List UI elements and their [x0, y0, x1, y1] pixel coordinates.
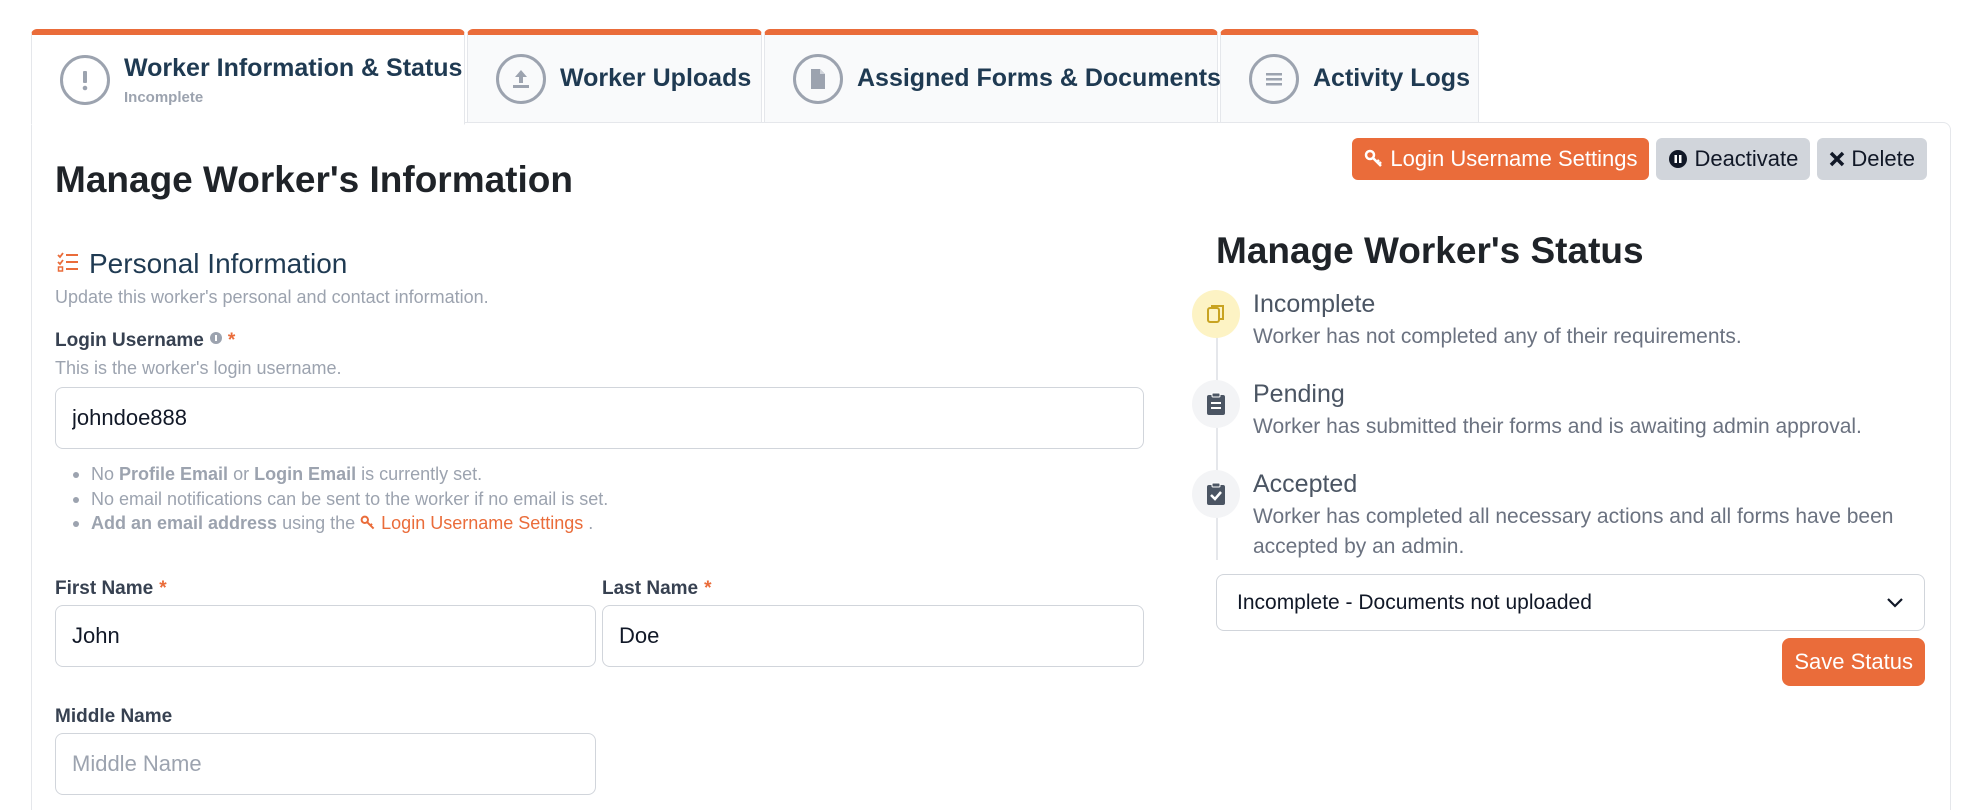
login-settings-link[interactable]: Login Username Settings — [360, 513, 583, 533]
required-mark: * — [159, 578, 167, 599]
personal-info-header: Personal Information — [57, 248, 347, 280]
button-label: Delete — [1851, 146, 1915, 171]
middle-name-input[interactable] — [55, 733, 596, 795]
middle-name-label: Middle Name — [55, 706, 173, 727]
first-name-input[interactable] — [55, 605, 596, 667]
worker-management-page: Worker Information & Status Incomplete W… — [0, 0, 1982, 810]
status-desc: Worker has not completed any of their re… — [1253, 325, 1742, 348]
tab-label: Worker Uploads — [560, 64, 752, 92]
tab-label: Worker Information & Status — [124, 53, 463, 82]
status-desc: Worker has submitted their forms and is … — [1253, 415, 1862, 438]
key-icon — [1364, 149, 1384, 169]
section-subtitle: Update this worker's personal and contac… — [55, 287, 489, 307]
email-notes: No Profile Email or Login Email is curre… — [73, 462, 608, 536]
status-item-pending: Pending Worker has submitted their forms… — [1192, 380, 1862, 442]
copy-icon — [1192, 290, 1240, 338]
last-name-input[interactable] — [602, 605, 1144, 667]
tab-assigned-forms[interactable]: Assigned Forms & Documents — [764, 29, 1221, 123]
chevron-down-icon — [1886, 591, 1904, 615]
delete-button[interactable]: Delete — [1817, 138, 1927, 180]
status-title: Manage Worker's Status — [1216, 230, 1644, 271]
status-text: Pending Worker has submitted their forms… — [1253, 380, 1862, 442]
status-item-incomplete: Incomplete Worker has not completed any … — [1192, 290, 1742, 352]
status-name: Pending — [1253, 380, 1345, 408]
tab-label: Assigned Forms & Documents — [857, 64, 1221, 92]
login-username-settings-button[interactable]: Login Username Settings — [1352, 138, 1650, 180]
login-username-label: Login Username * — [55, 330, 235, 352]
tab-activity-logs[interactable]: Activity Logs — [1220, 29, 1479, 123]
status-select[interactable]: Incomplete - Documents not uploaded — [1216, 574, 1925, 631]
upload-icon — [496, 53, 546, 104]
save-status-button[interactable]: Save Status — [1782, 638, 1925, 686]
status-desc: Worker has completed all necessary actio… — [1253, 505, 1894, 558]
status-text: Incomplete Worker has not completed any … — [1253, 290, 1742, 352]
button-label: Login Username Settings — [1390, 146, 1638, 171]
note-item: No email notifications can be sent to th… — [73, 487, 608, 512]
close-icon — [1829, 151, 1845, 167]
note-item: Add an email address using the Login Use… — [73, 511, 608, 536]
login-username-input[interactable] — [55, 387, 1144, 449]
deactivate-button[interactable]: Deactivate — [1656, 138, 1811, 180]
first-name-label: First Name * — [55, 578, 167, 599]
clipboard-icon — [1192, 380, 1240, 428]
note-item: No Profile Email or Login Email is curre… — [73, 462, 608, 487]
tab-text: Worker Information & Status Incomplete — [124, 54, 462, 106]
tab-label: Activity Logs — [1313, 64, 1470, 92]
pause-circle-icon — [1668, 149, 1688, 169]
action-toolbar: Login Username Settings Deactivate Delet… — [1352, 138, 1927, 180]
checklist-icon — [57, 251, 79, 278]
tab-status-sub: Incomplete — [124, 88, 204, 106]
info-icon[interactable] — [209, 332, 222, 344]
required-mark: * — [704, 578, 712, 599]
tab-worker-information[interactable]: Worker Information & Status Incomplete — [31, 29, 465, 125]
login-username-help: This is the worker's login username. — [55, 358, 342, 378]
status-name: Accepted — [1253, 470, 1358, 498]
status-name: Incomplete — [1253, 290, 1376, 318]
status-select-value: Incomplete - Documents not uploaded — [1237, 590, 1592, 614]
tab-bar: Worker Information & Status Incomplete W… — [31, 29, 1481, 125]
document-icon — [793, 53, 843, 104]
key-icon — [360, 515, 375, 530]
status-item-accepted: Accepted Worker has completed all necess… — [1192, 470, 1932, 562]
required-mark: * — [227, 330, 236, 351]
status-text: Accepted Worker has completed all necess… — [1253, 470, 1932, 562]
last-name-label: Last Name * — [602, 578, 712, 599]
page-title: Manage Worker's Information — [55, 159, 573, 200]
button-label: Deactivate — [1694, 146, 1799, 171]
label-text: Login Username — [55, 330, 204, 351]
tab-worker-uploads[interactable]: Worker Uploads — [467, 29, 762, 123]
list-icon — [1249, 53, 1299, 104]
clipboard-check-icon — [1192, 470, 1240, 518]
section-title: Personal Information — [89, 248, 348, 279]
exclamation-icon — [60, 54, 110, 105]
